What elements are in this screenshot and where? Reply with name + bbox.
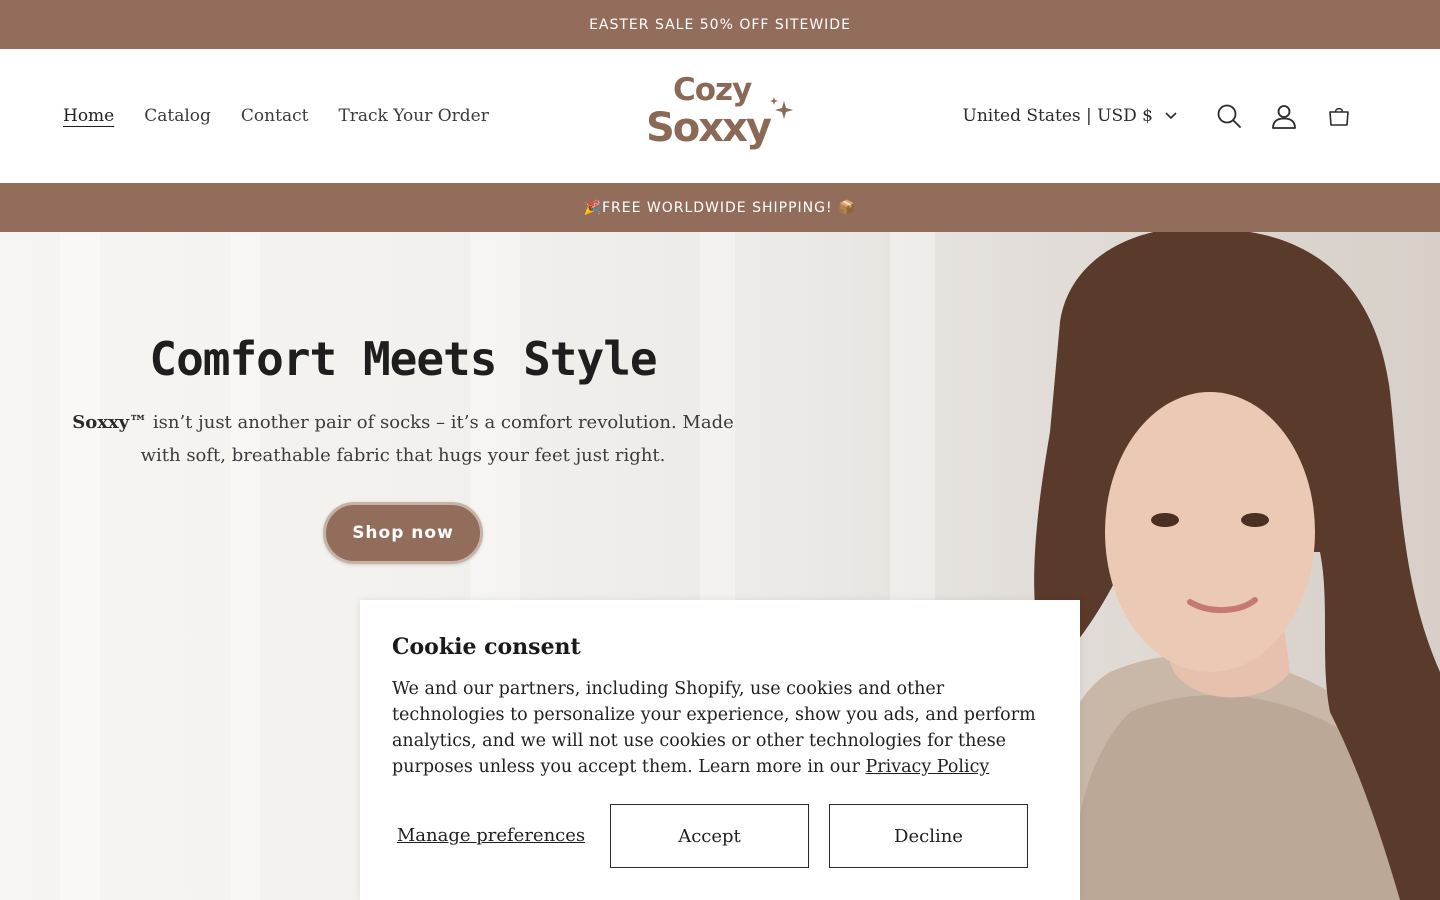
shop-now-button[interactable]: Shop now [323, 502, 483, 564]
main-nav: Home Catalog Contact Track Your Order [63, 49, 489, 183]
cookie-consent-dialog: Cookie consent We and our partners, incl… [360, 600, 1080, 900]
header-actions: United States | USD $ [963, 49, 1366, 183]
cart-icon [1329, 107, 1349, 126]
accept-button[interactable]: Accept [610, 804, 809, 868]
shipping-text: 🎉FREE WORLDWIDE SHIPPING! 📦 [583, 199, 857, 216]
privacy-policy-link[interactable]: Privacy Policy [866, 757, 990, 777]
manage-preferences-button[interactable]: Manage preferences [392, 804, 590, 868]
cookie-title: Cookie consent [392, 634, 581, 660]
cart-button[interactable] [1312, 94, 1366, 138]
account-button[interactable] [1257, 94, 1311, 138]
shipping-bar: 🎉FREE WORLDWIDE SHIPPING! 📦 [0, 183, 1440, 232]
nav-contact[interactable]: Contact [241, 106, 309, 126]
nav-catalog[interactable]: Catalog [144, 106, 211, 126]
cookie-body: We and our partners, including Shopify, … [392, 676, 1048, 780]
hero-brand: Soxxy™ [72, 412, 148, 433]
announcement-bar: EASTER SALE 50% OFF SITEWIDE [0, 0, 1440, 49]
sparkle-icon [770, 97, 793, 119]
cookie-actions: Manage preferences Accept Decline [392, 804, 1048, 868]
hero-content: Comfort Meets Style Soxxy™ isn’t just an… [60, 332, 746, 564]
account-icon [1272, 105, 1296, 129]
announcement-text: EASTER SALE 50% OFF SITEWIDE [589, 16, 851, 33]
site-logo[interactable]: Cozy Soxxy [640, 71, 800, 163]
country-currency-label: United States | USD $ [962, 106, 1153, 126]
country-currency-selector[interactable]: United States | USD $ [963, 106, 1177, 126]
chevron-down-icon [1165, 112, 1177, 120]
logo-line-1: Cozy [673, 72, 752, 108]
site-header: Home Catalog Contact Track Your Order Co… [0, 49, 1440, 183]
search-button[interactable] [1202, 94, 1256, 138]
decline-button[interactable]: Decline [829, 804, 1028, 868]
hero-description-text: isn’t just another pair of socks – it’s … [140, 412, 734, 466]
logo-line-2: Soxxy [646, 105, 772, 151]
hero-description: Soxxy™ isn’t just another pair of socks … [60, 406, 746, 472]
nav-track-order[interactable]: Track Your Order [338, 106, 488, 126]
nav-home[interactable]: Home [63, 106, 114, 126]
search-icon [1217, 104, 1241, 128]
hero-title: Comfort Meets Style [149, 332, 657, 386]
